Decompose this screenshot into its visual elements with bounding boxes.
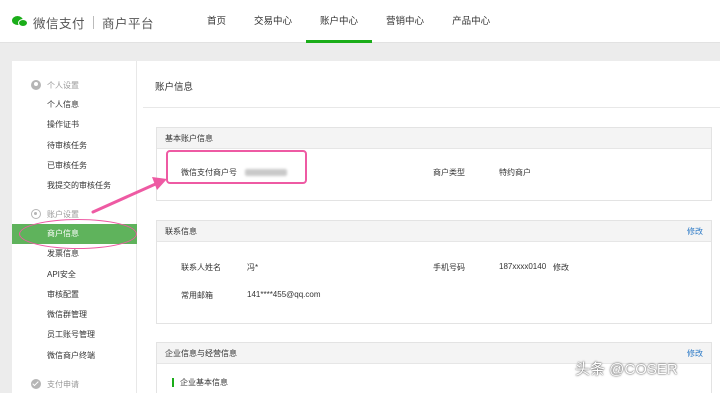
title-divider: [143, 107, 720, 108]
phone-edit-link[interactable]: 修改: [553, 262, 569, 273]
contact-info-panel: 联系信息 修改 联系人姓名 冯* 手机号码 187xxxx0140 修改 常用邮…: [156, 220, 712, 324]
group-label: 账户设置: [47, 209, 79, 219]
email-value: 141****455@qq.com: [247, 290, 321, 299]
enterprise-edit-link[interactable]: 修改: [687, 348, 703, 359]
wechat-logo-icon: [12, 15, 29, 29]
highlight-oval: [19, 219, 137, 249]
sidebar-item-certificate[interactable]: 操作证书: [12, 115, 137, 135]
panel-title: 企业信息与经营信息: [165, 348, 237, 358]
email-label: 常用邮箱: [181, 291, 213, 300]
group-header-personal: 个人设置: [12, 75, 137, 95]
brand-name: 微信支付: [33, 16, 86, 31]
sidebar-item-api-security[interactable]: API安全: [12, 265, 137, 285]
highlight-box: [166, 150, 307, 184]
group-header-payment[interactable]: 支付申请: [12, 374, 137, 393]
group-label: 支付申请: [47, 379, 79, 389]
sidebar-item-merchant-terminal[interactable]: 微信商户终端: [12, 346, 137, 366]
main-content: 账户信息 基本账户信息 微信支付商户号 商户类型 特约商户 联系信息 修改 联系…: [143, 61, 720, 393]
phone-label: 手机号码: [433, 263, 465, 272]
nav-home[interactable]: 首页: [193, 0, 240, 43]
contact-name-label: 联系人姓名: [181, 263, 221, 272]
merchant-type-value: 特约商户: [499, 168, 531, 177]
enterprise-basic-subsection: 企业基本信息: [172, 378, 228, 387]
sidebar-item-pending-review[interactable]: 待审核任务: [12, 136, 137, 156]
sidebar-item-wechat-group[interactable]: 微信群管理: [12, 305, 137, 325]
gear-icon: [31, 209, 41, 219]
payment-apply-group: 支付申请: [12, 374, 137, 393]
sidebar-item-staff-accounts[interactable]: 员工账号管理: [12, 325, 137, 345]
sidebar-item-personal-info[interactable]: 个人信息: [12, 95, 137, 115]
top-bar: 微信支付 商户平台 首页 交易中心 账户中心 营销中心 产品中心: [0, 0, 720, 43]
sidebar-item-review-config[interactable]: 审核配置: [12, 285, 137, 305]
nav-transactions[interactable]: 交易中心: [240, 0, 306, 43]
platform-name: 商户平台: [102, 16, 155, 31]
main-nav: 首页 交易中心 账户中心 营销中心 产品中心: [193, 0, 504, 43]
phone-value: 187xxxx0140: [499, 262, 547, 271]
nav-products[interactable]: 产品中心: [438, 0, 504, 43]
person-icon: [31, 80, 41, 90]
logo-divider: [93, 15, 95, 29]
page-title: 账户信息: [155, 82, 194, 93]
nav-marketing[interactable]: 营销中心: [372, 0, 438, 43]
annotation-arrow-icon: [91, 177, 167, 214]
nav-account[interactable]: 账户中心: [306, 0, 373, 43]
logo[interactable]: 微信支付 商户平台: [12, 13, 154, 31]
panel-title: 基本账户信息: [165, 133, 213, 143]
panel-header: 联系信息 修改: [157, 221, 711, 242]
panel-title: 联系信息: [165, 226, 197, 236]
contact-name-value: 冯*: [247, 263, 259, 272]
group-label: 个人设置: [47, 80, 79, 90]
merchant-type-label: 商户类型: [433, 168, 465, 177]
watermark: 头条 @COSER: [575, 361, 678, 378]
panel-header: 基本账户信息: [157, 128, 711, 149]
check-circle-icon: [31, 379, 41, 389]
contact-edit-link[interactable]: 修改: [687, 226, 703, 237]
